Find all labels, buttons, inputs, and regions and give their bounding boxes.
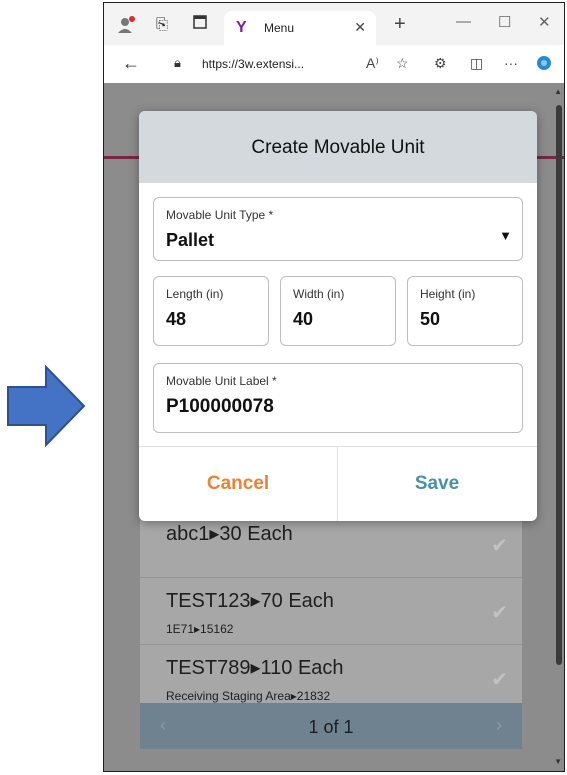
- browser-window: ⎘ Y Menu ✕ + — ☐ ✕ ← 🔒︎ https://3w.exten…: [103, 2, 565, 772]
- item-list: abc1▸30 Each ✔ TEST123▸70 Each 1E71▸1516…: [140, 511, 522, 712]
- field-label: Length (in): [166, 287, 224, 301]
- close-window-icon[interactable]: ✕: [538, 13, 551, 31]
- caret-down-icon[interactable]: ▼: [499, 228, 512, 243]
- check-icon[interactable]: ✔: [491, 600, 508, 625]
- copilot-icon[interactable]: [536, 55, 552, 74]
- new-tab-icon[interactable]: +: [394, 13, 406, 36]
- field-label: Movable Unit Label *: [166, 374, 277, 388]
- site-info-icon[interactable]: 🔒︎: [174, 55, 181, 71]
- tab-menu[interactable]: Y Menu ✕: [224, 11, 376, 45]
- pagination: ‹ 1 of 1 ›: [140, 703, 522, 749]
- tab-bar: ⎘ Y Menu ✕ + — ☐ ✕: [104, 3, 564, 45]
- page-indicator: 1 of 1: [308, 717, 354, 737]
- back-icon[interactable]: ←: [122, 53, 140, 74]
- list-item-subtitle: 1E71▸15162: [166, 622, 234, 636]
- chevron-right-icon[interactable]: ›: [496, 715, 502, 736]
- movable-unit-type-select[interactable]: Movable Unit Type * Pallet ▼: [153, 197, 523, 261]
- more-options-icon[interactable]: ···: [504, 55, 518, 71]
- right-arrow-icon: [7, 365, 86, 447]
- scroll-down-icon[interactable]: ▼: [554, 757, 562, 766]
- list-item-subtitle: Receiving Staging Area▸21832: [166, 689, 331, 703]
- url-text: https://3w.extensi...: [202, 57, 305, 71]
- width-field[interactable]: Width (in) 40: [280, 276, 396, 346]
- check-icon[interactable]: ✔: [491, 667, 508, 692]
- url-field[interactable]: 🔒︎ https://3w.extensi...: [158, 51, 368, 77]
- extensions-icon[interactable]: ⚙: [434, 55, 447, 72]
- cancel-button[interactable]: Cancel: [139, 447, 337, 521]
- field-label: Movable Unit Type *: [166, 208, 274, 222]
- dialog-title: Create Movable Unit: [251, 137, 425, 158]
- field-value: 40: [293, 309, 314, 329]
- scrollbar-thumb[interactable]: [556, 105, 562, 665]
- length-field[interactable]: Length (in) 48: [153, 276, 269, 346]
- tab-actions-icon[interactable]: [190, 15, 210, 35]
- height-field[interactable]: Height (in) 50: [407, 276, 523, 346]
- check-icon[interactable]: ✔: [491, 533, 508, 558]
- list-item[interactable]: abc1▸30 Each ✔: [140, 511, 522, 578]
- scroll-up-icon[interactable]: ▲: [554, 87, 562, 96]
- field-value: Pallet: [166, 230, 215, 250]
- field-value: 48: [166, 309, 187, 329]
- list-item-title: abc1▸30 Each: [166, 523, 293, 545]
- maximize-icon[interactable]: ☐: [498, 13, 511, 31]
- field-value: 50: [420, 309, 441, 329]
- field-value: P100000078: [166, 396, 274, 417]
- read-aloud-icon[interactable]: A⁾: [366, 55, 379, 72]
- workspaces-icon[interactable]: ⎘: [152, 15, 172, 35]
- site-logo-icon: Y: [236, 19, 247, 36]
- list-item[interactable]: TEST789▸110 Each Receiving Staging Area▸…: [140, 645, 522, 712]
- profile-avatar-icon[interactable]: [116, 15, 136, 35]
- favorite-star-icon[interactable]: ☆: [396, 55, 409, 72]
- list-item-title: TEST789▸110 Each: [166, 657, 344, 679]
- close-tab-icon[interactable]: ✕: [354, 19, 366, 36]
- field-label: Width (in): [293, 287, 345, 301]
- list-item[interactable]: TEST123▸70 Each 1E71▸15162 ✔: [140, 578, 522, 645]
- dialog-header: Create Movable Unit: [139, 111, 537, 183]
- minimize-icon[interactable]: —: [456, 13, 471, 30]
- save-button[interactable]: Save: [338, 447, 536, 521]
- field-label: Height (in): [420, 287, 476, 301]
- tab-title: Menu: [264, 21, 295, 35]
- address-bar: ← 🔒︎ https://3w.extensi... A⁾ ☆ ⚙ ◫ ···: [104, 45, 564, 83]
- list-item-title: TEST123▸70 Each: [166, 590, 334, 612]
- movable-unit-label-field[interactable]: Movable Unit Label * P100000078: [153, 363, 523, 433]
- create-movable-unit-dialog: Create Movable Unit Movable Unit Type * …: [139, 111, 537, 521]
- split-screen-icon[interactable]: ◫: [470, 55, 483, 72]
- page-viewport: abc1▸30 Each ✔ TEST123▸70 Each 1E71▸1516…: [104, 83, 564, 771]
